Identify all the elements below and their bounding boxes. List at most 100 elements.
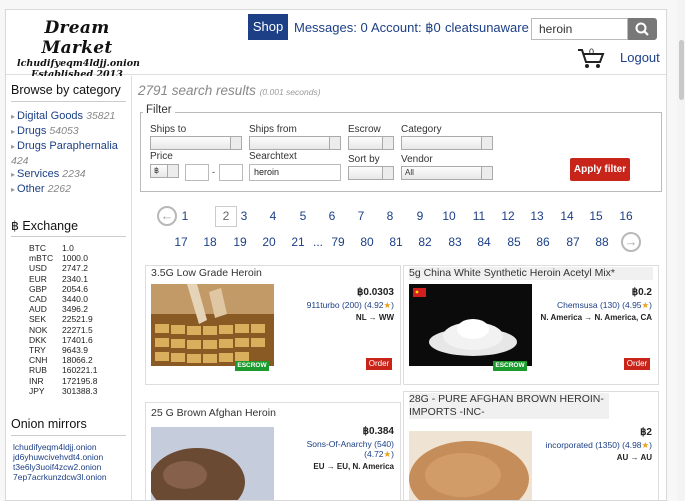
page-link[interactable]: 4 (262, 209, 284, 223)
price-min-input[interactable] (185, 164, 209, 181)
mirror-link[interactable]: lchudifyeqm4ldjj.onion (13, 442, 97, 452)
listing-image[interactable] (409, 431, 532, 500)
apply-filter-button[interactable]: Apply filter (570, 158, 630, 181)
listing-title[interactable]: 3.5G Low Grade Heroin (151, 267, 395, 280)
currency-rate: 18066.2 (62, 355, 93, 366)
search-button[interactable] (628, 18, 657, 40)
currency-code: BTC (29, 243, 46, 253)
page-link[interactable]: 14 (556, 209, 578, 223)
category-select[interactable] (401, 136, 493, 150)
page-link[interactable]: 10 (438, 209, 460, 223)
currency-rate: 9643.9 (62, 345, 88, 355)
vendor-link[interactable]: Chemsusa (130) (4.95★) (532, 300, 652, 311)
page-link[interactable]: 20 (258, 235, 280, 249)
currency-code: CNH (29, 355, 48, 366)
page-link[interactable]: 80 (356, 235, 378, 249)
page-link[interactable]: 85 (503, 235, 525, 249)
star-icon: ★ (383, 300, 392, 310)
category-drugs[interactable]: ▸ Drugs 54053 (11, 124, 129, 139)
account-link[interactable]: Account: ฿0 (371, 20, 441, 36)
currency-rate: 2747.2 (62, 263, 88, 274)
page-link[interactable]: 8 (379, 209, 401, 223)
page-link[interactable]: 82 (414, 235, 436, 249)
page-link[interactable]: 86 (532, 235, 554, 249)
page-link[interactable]: 88 (591, 235, 613, 249)
escrow-select[interactable] (348, 136, 394, 150)
exchange-rate-row: RUB 160221.1 (29, 365, 119, 375)
exchange-rate-row: NOK 22271.5 (29, 325, 119, 335)
page-link[interactable]: 11 (468, 209, 490, 223)
messages-link[interactable]: Messages: 0 (294, 20, 368, 35)
page-link[interactable]: 1 (174, 209, 196, 223)
page-link[interactable]: 19 (229, 235, 251, 249)
next-page-icon[interactable]: → (621, 232, 641, 252)
listing-title[interactable]: 28G - PURE AFGHAN BROWN HEROIN-IMPORTS -… (409, 393, 609, 419)
listing-card[interactable]: 5g China White Synthetic Heroin Acetyl M… (403, 265, 659, 385)
listing-card[interactable]: 28G - PURE AFGHAN BROWN HEROIN-IMPORTS -… (403, 391, 659, 500)
vendor-link[interactable]: incorporated (1350) (4.98★) (532, 440, 652, 451)
page-link[interactable]: 81 (385, 235, 407, 249)
currency-rate: 3440.0 (62, 294, 88, 304)
page-link[interactable]: 9 (409, 209, 431, 223)
page-link[interactable]: 87 (562, 235, 584, 249)
listing-title[interactable]: 5g China White Synthetic Heroin Acetyl M… (409, 267, 653, 280)
order-button[interactable]: Order (624, 358, 650, 370)
page-link[interactable]: 79 (327, 235, 349, 249)
order-button[interactable]: Order (366, 358, 392, 370)
search-results-count: 2791 search results (0.001 seconds) (138, 83, 321, 98)
page-ellipsis: ... (312, 235, 323, 249)
listing-price: ฿0.384 (362, 426, 394, 437)
category-digital-goods[interactable]: ▸ Digital Goods 35821 (11, 109, 129, 124)
ships-to-select[interactable] (150, 136, 242, 150)
username-link[interactable]: cleatsunaware (445, 20, 529, 35)
searchtext-input[interactable]: heroin (249, 164, 341, 181)
category-name: Digital Goods (17, 110, 84, 122)
page-link[interactable]: 17 (170, 235, 192, 249)
currency-code: mBTC (29, 253, 54, 264)
vendor-link[interactable]: 911turbo (200) (4.92★) (274, 300, 394, 311)
sort-by-select[interactable] (348, 166, 394, 180)
ships-from-select[interactable] (249, 136, 341, 150)
site-logo[interactable]: Dream Market lchudifyeqm4ldjj.onion Esta… (17, 18, 140, 80)
page-link[interactable]: 3 (233, 209, 255, 223)
category-services[interactable]: ▸ Services 2234 (11, 167, 129, 182)
price-currency-select[interactable]: ฿ (150, 164, 179, 178)
page-link[interactable]: 21 (287, 235, 309, 249)
mirror-link[interactable]: t3e6ly3uoif4zcw2.onion (13, 462, 101, 472)
listing-card[interactable]: 3.5G Low Grade Heroin ESCROW ฿0.0303 911… (145, 265, 401, 385)
listing-image[interactable] (151, 284, 274, 366)
currency-code: JPY (29, 385, 45, 396)
vendor-select[interactable]: All (401, 166, 493, 180)
page-link[interactable]: 84 (473, 235, 495, 249)
browse-category-title: Browse by category (11, 83, 121, 97)
search-input[interactable]: heroin (531, 18, 628, 40)
currency-rate: 3496.2 (62, 304, 88, 315)
price-max-input[interactable] (219, 164, 243, 181)
category-other[interactable]: ▸ Other 2262 (11, 182, 129, 197)
page-link[interactable]: 6 (321, 209, 343, 223)
page-link[interactable]: 13 (526, 209, 548, 223)
listing-card[interactable]: 25 G Brown Afghan Heroin ฿0.384 Sons-Of-… (145, 402, 401, 500)
category-drugs-paraphernalia[interactable]: ▸ Drugs Paraphernalia 424 (11, 139, 129, 168)
price-label: Price (150, 151, 173, 162)
mirror-link[interactable]: 7ep7acrkunzdcw3l.onion (13, 472, 107, 482)
page-link[interactable]: 15 (585, 209, 607, 223)
listing-image[interactable] (151, 427, 274, 500)
page-link[interactable]: 7 (350, 209, 372, 223)
listing-title[interactable]: 25 G Brown Afghan Heroin (151, 407, 395, 420)
scrollbar-thumb[interactable] (679, 40, 684, 100)
bullet-icon: ▸ (11, 142, 16, 151)
page-link[interactable]: 12 (497, 209, 519, 223)
page-link[interactable]: 83 (444, 235, 466, 249)
listing-image[interactable] (409, 284, 532, 366)
vendor-link[interactable]: Sons-Of-Anarchy (540) (274, 439, 394, 449)
page-link[interactable]: 18 (199, 235, 221, 249)
shop-nav-button[interactable]: Shop (248, 14, 288, 40)
shipping-route: NL → WW (355, 313, 394, 322)
logout-link[interactable]: Logout (620, 50, 660, 65)
currency-rate: 1.0 (62, 243, 74, 253)
listing-price: ฿0.2 (631, 287, 652, 298)
page-link[interactable]: 5 (292, 209, 314, 223)
page-link[interactable]: 16 (615, 209, 637, 223)
mirror-link[interactable]: jd6yhuwcivehvdt4.onion (13, 452, 103, 462)
